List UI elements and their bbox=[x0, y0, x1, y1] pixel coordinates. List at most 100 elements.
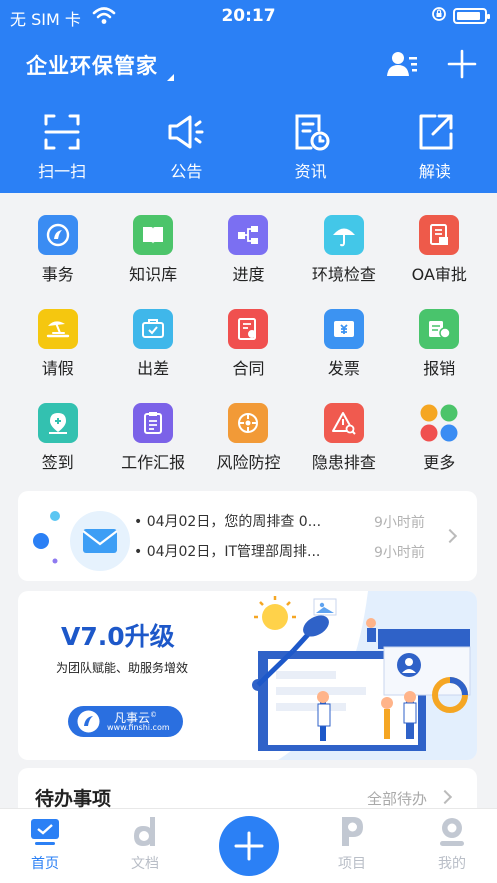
plus-icon bbox=[234, 831, 264, 861]
book-icon bbox=[133, 215, 174, 255]
grid-item-progress[interactable]: 进度 bbox=[201, 208, 296, 302]
add-fab-button[interactable] bbox=[219, 816, 279, 876]
grid-item-trip[interactable]: 出差 bbox=[105, 302, 200, 396]
tab-documents[interactable]: 文档 bbox=[115, 817, 175, 873]
scan-icon bbox=[44, 114, 80, 150]
grid-item-label: 隐患排查 bbox=[311, 453, 376, 472]
report-icon bbox=[133, 403, 174, 443]
feature-grid: 事务 知识库 进度 环境检查 OA审批 请假 出差 合同 发票 报销 签到 工作… bbox=[10, 208, 487, 490]
chevron-right-icon bbox=[442, 528, 458, 544]
grid-item-label: 事务 bbox=[41, 265, 74, 284]
status-time: 20:17 bbox=[221, 6, 276, 26]
profile-icon bbox=[440, 818, 464, 846]
grid-item-knowledge[interactable]: 知识库 bbox=[105, 208, 200, 302]
grid-item-leave[interactable]: 请假 bbox=[10, 302, 105, 396]
more-icon bbox=[419, 403, 459, 443]
umbrella-icon bbox=[323, 215, 364, 255]
quick-scan[interactable]: 扫一扫 bbox=[0, 112, 124, 182]
promo-banner[interactable]: V7.0升级 为团队赋能、助服务增效 凡事云© www.finshi.com bbox=[18, 591, 477, 760]
battery-icon bbox=[453, 8, 490, 24]
tab-label: 文档 bbox=[131, 856, 159, 872]
brand-mark: © bbox=[150, 711, 158, 719]
quick-interpret[interactable]: 解读 bbox=[373, 112, 497, 182]
grid-item-oa-approval[interactable]: OA审批 bbox=[392, 208, 487, 302]
grid-item-hazard[interactable]: 隐患排查 bbox=[296, 396, 391, 490]
grid-item-env-check[interactable]: 环境检查 bbox=[296, 208, 391, 302]
grid-item-contract[interactable]: 合同 bbox=[201, 302, 296, 396]
grid-item-reimburse[interactable]: 报销 bbox=[392, 302, 487, 396]
grid-item-affairs[interactable]: 事务 bbox=[10, 208, 105, 302]
message-time: 9小时前 bbox=[374, 545, 425, 561]
mail-icon bbox=[33, 511, 130, 571]
home-icon bbox=[31, 819, 59, 845]
grid-item-invoice[interactable]: 发票 bbox=[296, 302, 391, 396]
banner-illustration bbox=[252, 591, 477, 760]
checkin-icon bbox=[37, 403, 78, 443]
message-card[interactable]: • 04月02日，您的周排查 0... 9小时前 • 04月02日，IT管理部周… bbox=[18, 491, 477, 581]
banner-subtitle: 为团队赋能、助服务增效 bbox=[56, 661, 189, 675]
grid-item-label: 工作汇报 bbox=[121, 453, 186, 472]
app-header: 无 SIM 卡 20:17 企业环保管家 扫一扫 公告 资讯 解读 bbox=[0, 0, 497, 193]
chevron-right-icon[interactable] bbox=[437, 789, 453, 805]
grid-item-risk[interactable]: 风险防控 bbox=[201, 396, 296, 490]
risk-icon bbox=[228, 403, 269, 443]
add-icon[interactable] bbox=[446, 48, 480, 82]
quick-label: 扫一扫 bbox=[38, 162, 87, 181]
banner-title: V7.0升级 bbox=[61, 622, 175, 651]
message-line: • 04月02日，IT管理部周排... bbox=[134, 544, 321, 560]
invoice-icon bbox=[323, 309, 364, 349]
hazard-icon bbox=[323, 403, 364, 443]
grid-item-work-report[interactable]: 工作汇报 bbox=[105, 396, 200, 490]
tab-label: 我的 bbox=[438, 856, 466, 872]
grid-item-checkin[interactable]: 签到 bbox=[10, 396, 105, 490]
dropdown-caret-icon[interactable] bbox=[167, 74, 174, 81]
grid-item-more[interactable]: 更多 bbox=[392, 396, 487, 490]
message-time: 9小时前 bbox=[374, 515, 425, 531]
quick-news[interactable]: 资讯 bbox=[249, 112, 373, 182]
grid-item-label: 风险防控 bbox=[216, 453, 281, 472]
grid-item-label: 更多 bbox=[423, 453, 456, 472]
grid-item-label: 签到 bbox=[41, 453, 74, 472]
megaphone-icon bbox=[168, 115, 204, 149]
affairs-icon bbox=[37, 215, 78, 255]
app-title[interactable]: 企业环保管家 bbox=[26, 50, 158, 80]
tab-home[interactable]: 首页 bbox=[15, 817, 75, 873]
grid-item-label: 请假 bbox=[41, 359, 74, 378]
project-icon bbox=[342, 817, 363, 846]
contacts-icon[interactable] bbox=[385, 48, 419, 82]
quick-actions: 扫一扫 公告 资讯 解读 bbox=[0, 112, 497, 182]
tab-projects[interactable]: 项目 bbox=[322, 817, 382, 873]
leave-icon bbox=[37, 309, 78, 349]
grid-item-label: 进度 bbox=[232, 265, 265, 284]
quick-label: 解读 bbox=[418, 162, 451, 181]
grid-item-label: 环境检查 bbox=[311, 265, 376, 284]
tab-bar: 首页 文档 项目 我的 bbox=[0, 808, 497, 883]
brand-pill: 凡事云© www.finshi.com bbox=[68, 706, 183, 737]
document-icon bbox=[134, 817, 155, 846]
trip-icon bbox=[133, 309, 174, 349]
message-line: • 04月02日，您的周排查 0... bbox=[134, 514, 322, 530]
tab-profile[interactable]: 我的 bbox=[422, 817, 482, 873]
status-bar: 无 SIM 卡 20:17 bbox=[0, 4, 497, 29]
quick-label: 公告 bbox=[170, 162, 203, 181]
grid-item-label: 合同 bbox=[232, 359, 265, 378]
grid-item-label: 出差 bbox=[137, 359, 170, 378]
quick-label: 资讯 bbox=[294, 162, 327, 181]
grid-item-label: OA审批 bbox=[411, 265, 467, 284]
brand-url: www.finshi.com bbox=[107, 723, 170, 732]
flow-icon bbox=[228, 215, 269, 255]
todo-all-link[interactable]: 全部待办 bbox=[367, 788, 427, 809]
share-icon bbox=[419, 114, 453, 150]
grid-item-label: 知识库 bbox=[129, 265, 178, 284]
news-icon bbox=[295, 114, 330, 151]
contract-icon bbox=[228, 309, 269, 349]
quick-announcement[interactable]: 公告 bbox=[124, 112, 248, 182]
tab-label: 首页 bbox=[31, 856, 59, 872]
tab-label: 项目 bbox=[338, 856, 366, 872]
brand-logo-icon bbox=[77, 710, 100, 733]
grid-item-label: 发票 bbox=[327, 359, 360, 378]
grid-item-label: 报销 bbox=[423, 359, 456, 378]
approval-icon bbox=[419, 215, 460, 255]
reimburse-icon bbox=[419, 309, 460, 349]
rotation-lock-icon bbox=[431, 6, 447, 26]
